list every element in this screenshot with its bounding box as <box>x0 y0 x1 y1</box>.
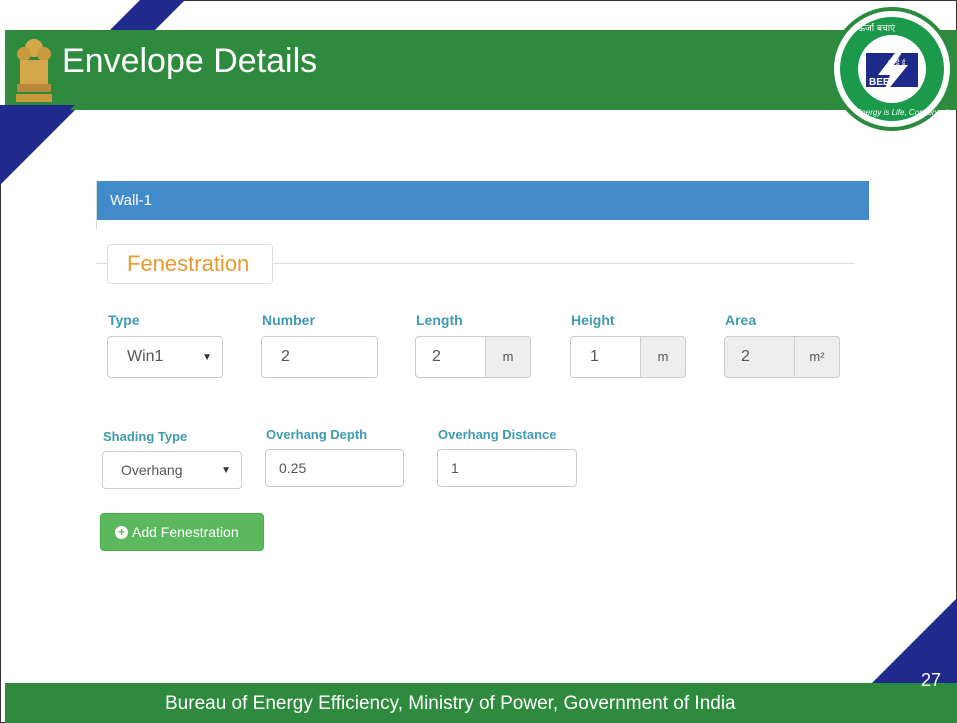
panel-border <box>96 181 97 229</box>
area-input-value: 2 <box>741 348 750 365</box>
length-input-value: 2 <box>432 348 441 365</box>
area-label: Area <box>725 312 757 328</box>
bee-logo-center-text: बी ई ई <box>888 58 906 67</box>
plus-circle-icon: + <box>115 526 128 539</box>
area-unit-addon: m² <box>794 337 839 377</box>
page-number: 27 <box>921 670 942 690</box>
area-unit: m² <box>809 349 825 364</box>
length-label: Length <box>416 312 463 328</box>
footer-bar: Bureau of Energy Efficiency, Ministry of… <box>5 683 957 723</box>
national-emblem-icon <box>12 34 56 104</box>
height-input[interactable]: 1 m <box>570 336 686 378</box>
overhang-depth-label: Overhang Depth <box>266 427 368 442</box>
number-input[interactable]: 2 <box>261 336 378 378</box>
bee-logo-text: BEE <box>869 77 890 88</box>
wall-panel-title: Wall-1 <box>110 192 152 209</box>
fenestration-legend: Fenestration <box>107 244 273 284</box>
height-label: Height <box>571 312 615 328</box>
shading-type-select[interactable]: Overhang ▼ <box>102 451 242 489</box>
caret-down-icon: ▼ <box>221 465 231 476</box>
wall-panel-heading[interactable]: Wall-1 <box>96 181 869 220</box>
type-select-value: Win1 <box>127 348 164 365</box>
caret-down-icon: ▼ <box>202 352 212 363</box>
overhang-depth-value: 0.25 <box>279 460 307 476</box>
slide-title: Envelope Details <box>62 42 318 80</box>
corner-decoration-left <box>0 105 75 180</box>
height-unit-addon: m <box>640 337 685 377</box>
fenestration-legend-text: Fenestration <box>127 251 250 276</box>
shading-type-label: Shading Type <box>103 429 188 444</box>
shading-type-value: Overhang <box>121 462 183 478</box>
overhang-distance-input[interactable]: 1 <box>437 449 577 487</box>
overhang-distance-value: 1 <box>451 460 459 476</box>
type-label: Type <box>108 312 140 328</box>
area-input: 2 m² <box>724 336 840 378</box>
height-input-value: 1 <box>590 348 599 365</box>
overhang-depth-input[interactable]: 0.25 <box>265 449 404 487</box>
add-fenestration-button[interactable]: + Add Fenestration <box>100 513 264 551</box>
add-fenestration-label: Add Fenestration <box>132 524 239 540</box>
height-unit: m <box>657 349 669 364</box>
bee-logo-bottom-text: Energy is Life, Conserve it <box>856 108 950 117</box>
length-unit: m <box>502 349 514 364</box>
bee-logo-top-text: ऊर्जा बचाएं <box>858 22 896 34</box>
bee-logo: BEE बी ई ई ऊर्जा बचाएं Energy is Life, C… <box>830 7 954 131</box>
number-input-value: 2 <box>281 348 290 365</box>
type-select[interactable]: Win1 ▼ <box>107 336 223 378</box>
length-unit-addon: m <box>485 337 530 377</box>
overhang-distance-label: Overhang Distance <box>438 427 557 442</box>
number-label: Number <box>262 312 315 328</box>
footer-text: Bureau of Energy Efficiency, Ministry of… <box>165 693 736 714</box>
length-input[interactable]: 2 m <box>415 336 531 378</box>
